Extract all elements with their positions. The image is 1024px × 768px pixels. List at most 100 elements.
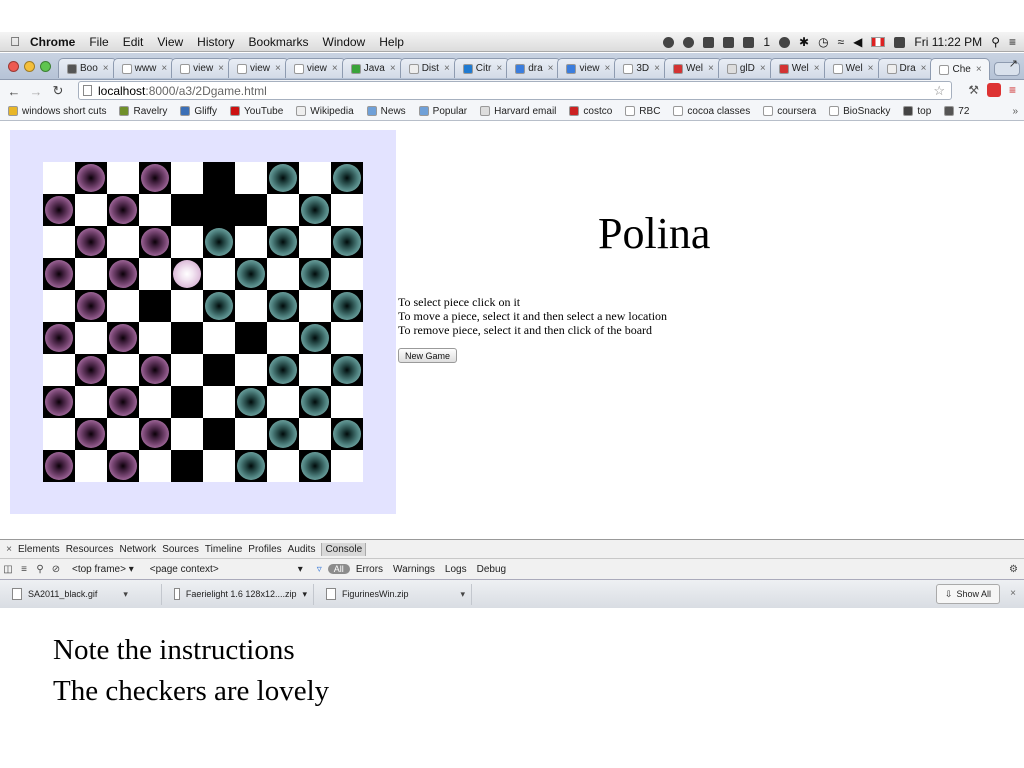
close-tab-icon[interactable]: × <box>548 63 554 74</box>
board-square[interactable] <box>235 258 267 290</box>
close-devtools-icon[interactable]: × <box>0 544 18 555</box>
filter-icon[interactable]: ▿ <box>317 564 322 575</box>
browser-tab[interactable]: view × <box>171 58 233 78</box>
devtools-tab-sources[interactable]: Sources <box>162 544 199 555</box>
close-tab-icon[interactable]: × <box>921 63 927 74</box>
volume-icon[interactable]: ◀ <box>853 35 862 49</box>
menu-bookmarks[interactable]: Bookmarks <box>249 35 309 49</box>
chevron-down-icon[interactable]: ▾ <box>123 589 128 600</box>
bookmark-item[interactable]: top <box>903 106 931 117</box>
board-square[interactable] <box>235 386 267 418</box>
close-tab-icon[interactable]: × <box>332 63 338 74</box>
pink-checker-piece[interactable] <box>109 324 137 352</box>
teal-checker-piece[interactable] <box>237 260 265 288</box>
download-item[interactable]: Faerielight 1.6 128x12....zip ▾ <box>168 583 314 605</box>
new-game-button[interactable]: New Game <box>398 348 458 363</box>
wifi-icon[interactable]: ≈ <box>838 35 845 49</box>
bookmark-item[interactable]: coursera <box>763 106 816 117</box>
pink-checker-piece[interactable] <box>109 388 137 416</box>
board-square[interactable] <box>299 258 331 290</box>
teal-checker-piece[interactable] <box>237 452 265 480</box>
devtools-tab-audits[interactable]: Audits <box>288 544 316 555</box>
close-tab-icon[interactable]: × <box>868 63 874 74</box>
close-tab-icon[interactable]: × <box>605 63 611 74</box>
board-square[interactable] <box>75 226 107 258</box>
board-square[interactable] <box>171 418 203 450</box>
bookmark-item[interactable]: windows short cuts <box>8 106 106 117</box>
browser-tab[interactable]: dra × <box>506 58 562 78</box>
teal-checker-piece[interactable] <box>205 228 233 256</box>
board-square[interactable] <box>43 226 75 258</box>
menu-help[interactable]: Help <box>379 35 404 49</box>
close-tab-icon[interactable]: × <box>444 63 450 74</box>
board-square[interactable] <box>75 162 107 194</box>
browser-tab[interactable]: Wel × <box>823 58 882 78</box>
close-tab-icon[interactable]: × <box>760 63 766 74</box>
pink-checker-piece[interactable] <box>141 356 169 384</box>
board-square[interactable] <box>331 194 363 226</box>
board-square[interactable] <box>235 322 267 354</box>
board-square[interactable] <box>43 290 75 322</box>
board-square[interactable] <box>203 386 235 418</box>
board-square[interactable] <box>171 226 203 258</box>
more-bookmarks-icon[interactable]: » <box>1012 106 1018 117</box>
board-square[interactable] <box>203 418 235 450</box>
forward-button[interactable]: → <box>28 84 44 99</box>
teal-checker-piece[interactable] <box>301 260 329 288</box>
menu-file[interactable]: File <box>89 35 108 49</box>
board-square[interactable] <box>171 194 203 226</box>
pink-checker-piece[interactable] <box>77 164 105 192</box>
close-tab-icon[interactable]: × <box>654 63 660 74</box>
teal-checker-piece[interactable] <box>301 196 329 224</box>
board-square[interactable] <box>235 194 267 226</box>
board-square[interactable] <box>171 354 203 386</box>
dropbox-icon[interactable] <box>723 36 735 48</box>
board-square[interactable] <box>75 354 107 386</box>
extension-icon[interactable] <box>986 83 1001 97</box>
teal-checker-piece[interactable] <box>205 292 233 320</box>
back-button[interactable]: ← <box>6 84 22 99</box>
board-square[interactable] <box>139 354 171 386</box>
devtools-tab-elements[interactable]: Elements <box>18 544 60 555</box>
pink-checker-piece[interactable] <box>109 260 137 288</box>
pink-checker-piece[interactable] <box>77 356 105 384</box>
teal-checker-piece[interactable] <box>301 388 329 416</box>
board-square[interactable] <box>75 418 107 450</box>
close-shelf-icon[interactable]: × <box>1010 588 1016 599</box>
board-square[interactable] <box>139 386 171 418</box>
devtools-tab-profiles[interactable]: Profiles <box>248 544 281 555</box>
board-square[interactable] <box>203 258 235 290</box>
pink-checker-piece[interactable] <box>77 420 105 448</box>
pink-checker-piece[interactable] <box>109 196 137 224</box>
mail-icon[interactable] <box>743 36 755 48</box>
board-square[interactable] <box>107 354 139 386</box>
board-square[interactable] <box>171 386 203 418</box>
teal-checker-piece[interactable] <box>333 420 361 448</box>
board-square[interactable] <box>203 162 235 194</box>
browser-tab[interactable]: Boo × <box>58 58 117 78</box>
board-square[interactable] <box>171 322 203 354</box>
bookmark-item[interactable]: Ravelry <box>119 106 167 117</box>
board-square[interactable] <box>139 450 171 482</box>
teal-checker-piece[interactable] <box>333 164 361 192</box>
dock-icon[interactable]: ◫ <box>0 564 16 575</box>
browser-tab[interactable]: 3D × <box>614 58 668 78</box>
board-square[interactable] <box>331 354 363 386</box>
pink-checker-piece[interactable] <box>141 228 169 256</box>
teal-checker-piece[interactable] <box>333 228 361 256</box>
board-square[interactable] <box>43 194 75 226</box>
teal-checker-piece[interactable] <box>301 324 329 352</box>
chrome-menu-icon[interactable]: ≡ <box>1009 83 1016 97</box>
filter-all[interactable]: All <box>327 564 350 574</box>
app-status-icon[interactable] <box>683 36 695 48</box>
browser-tab[interactable]: Citr × <box>453 58 511 78</box>
close-tab-icon[interactable]: × <box>976 64 982 75</box>
board-square[interactable] <box>331 322 363 354</box>
board-square[interactable] <box>75 258 107 290</box>
pink-checker-piece[interactable] <box>45 260 73 288</box>
pink-checker-piece[interactable] <box>77 292 105 320</box>
browser-tab[interactable]: Wel × <box>663 58 722 78</box>
menu-edit[interactable]: Edit <box>123 35 144 49</box>
menu-history[interactable]: History <box>197 35 234 49</box>
teal-checker-piece[interactable] <box>269 228 297 256</box>
